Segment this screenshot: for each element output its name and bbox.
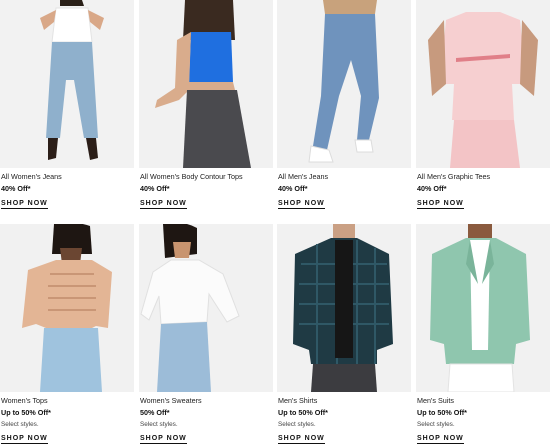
shop-now-link[interactable]: SHOP NOW bbox=[278, 435, 325, 444]
product-tile-graphic-tees[interactable]: All Men's Graphic Tees 40% Off* SHOP NOW bbox=[416, 0, 550, 212]
womens-top-photo[interactable] bbox=[0, 224, 134, 392]
mens-shirt-photo[interactable] bbox=[277, 224, 411, 392]
product-promo: 50% Off* bbox=[140, 408, 170, 417]
product-promo: Up to 50% Off* bbox=[417, 408, 467, 417]
product-note: Select styles. bbox=[1, 421, 39, 428]
product-note: Select styles. bbox=[278, 421, 316, 428]
shop-now-link[interactable]: SHOP NOW bbox=[417, 200, 464, 209]
product-promo: Up to 50% Off* bbox=[278, 408, 328, 417]
shop-now-link[interactable]: SHOP NOW bbox=[140, 200, 187, 209]
product-note: Select styles. bbox=[417, 421, 455, 428]
shop-now-link[interactable]: SHOP NOW bbox=[278, 200, 325, 209]
product-promo: 40% Off* bbox=[1, 184, 31, 193]
shop-now-link[interactable]: SHOP NOW bbox=[417, 435, 464, 444]
graphic-tee-photo[interactable] bbox=[416, 0, 550, 168]
product-promo: 40% Off* bbox=[417, 184, 447, 193]
product-note: Select styles. bbox=[140, 421, 178, 428]
product-name: Women's Tops bbox=[1, 396, 48, 405]
product-tile-womens-tops[interactable]: Women's Tops Up to 50% Off* Select style… bbox=[0, 224, 134, 446]
product-promo: 40% Off* bbox=[278, 184, 308, 193]
mens-jeans-photo[interactable] bbox=[277, 0, 411, 168]
product-tile-mens-shirts[interactable]: Men's Shirts Up to 50% Off* Select style… bbox=[277, 224, 411, 446]
product-tile-mens-jeans[interactable]: All Men's Jeans 40% Off* SHOP NOW bbox=[277, 0, 411, 212]
product-name: All Men's Jeans bbox=[278, 172, 329, 181]
shop-now-link[interactable]: SHOP NOW bbox=[140, 435, 187, 444]
product-name: All Women's Body Contour Tops bbox=[140, 172, 243, 181]
product-name: All Women's Jeans bbox=[1, 172, 62, 181]
product-name: Men's Suits bbox=[417, 396, 454, 405]
womens-sweater-photo[interactable] bbox=[139, 224, 273, 392]
product-tile-womens-jeans[interactable]: All Women's Jeans 40% Off* SHOP NOW bbox=[0, 0, 134, 212]
product-name: Men's Shirts bbox=[278, 396, 318, 405]
product-name: Women's Sweaters bbox=[140, 396, 202, 405]
shop-now-link[interactable]: SHOP NOW bbox=[1, 200, 48, 209]
body-contour-top-photo[interactable] bbox=[139, 0, 273, 168]
product-tile-body-contour-tops[interactable]: All Women's Body Contour Tops 40% Off* S… bbox=[139, 0, 273, 212]
shop-now-link[interactable]: SHOP NOW bbox=[1, 435, 48, 444]
product-promo: 40% Off* bbox=[140, 184, 170, 193]
womens-jeans-photo[interactable] bbox=[0, 0, 134, 168]
product-tile-mens-suits[interactable]: Men's Suits Up to 50% Off* Select styles… bbox=[416, 224, 550, 446]
product-tile-womens-sweaters[interactable]: Women's Sweaters 50% Off* Select styles.… bbox=[139, 224, 273, 446]
product-promo: Up to 50% Off* bbox=[1, 408, 51, 417]
mens-suit-photo[interactable] bbox=[416, 224, 550, 392]
product-name: All Men's Graphic Tees bbox=[417, 172, 491, 181]
